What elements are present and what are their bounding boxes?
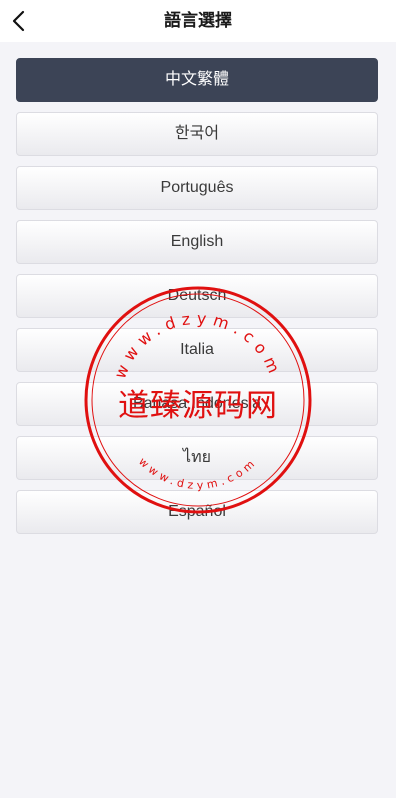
language-option-zh-tw[interactable]: 中文繁體 (16, 58, 378, 102)
language-list: 中文繁體 한국어 Português English Deutsch Itali… (16, 58, 378, 544)
page-title: 語言選擇 (164, 11, 232, 30)
language-option-it[interactable]: Italia (16, 328, 378, 372)
language-option-de[interactable]: Deutsch (16, 274, 378, 318)
language-option-th[interactable]: ไทย (16, 436, 378, 480)
top-bar: 語言選擇 (0, 0, 396, 42)
language-option-pt[interactable]: Português (16, 166, 378, 210)
language-option-es[interactable]: Español (16, 490, 378, 534)
language-option-en[interactable]: English (16, 220, 378, 264)
language-option-id[interactable]: Bahasa Indonesia (16, 382, 378, 426)
language-option-ko[interactable]: 한국어 (16, 112, 378, 156)
